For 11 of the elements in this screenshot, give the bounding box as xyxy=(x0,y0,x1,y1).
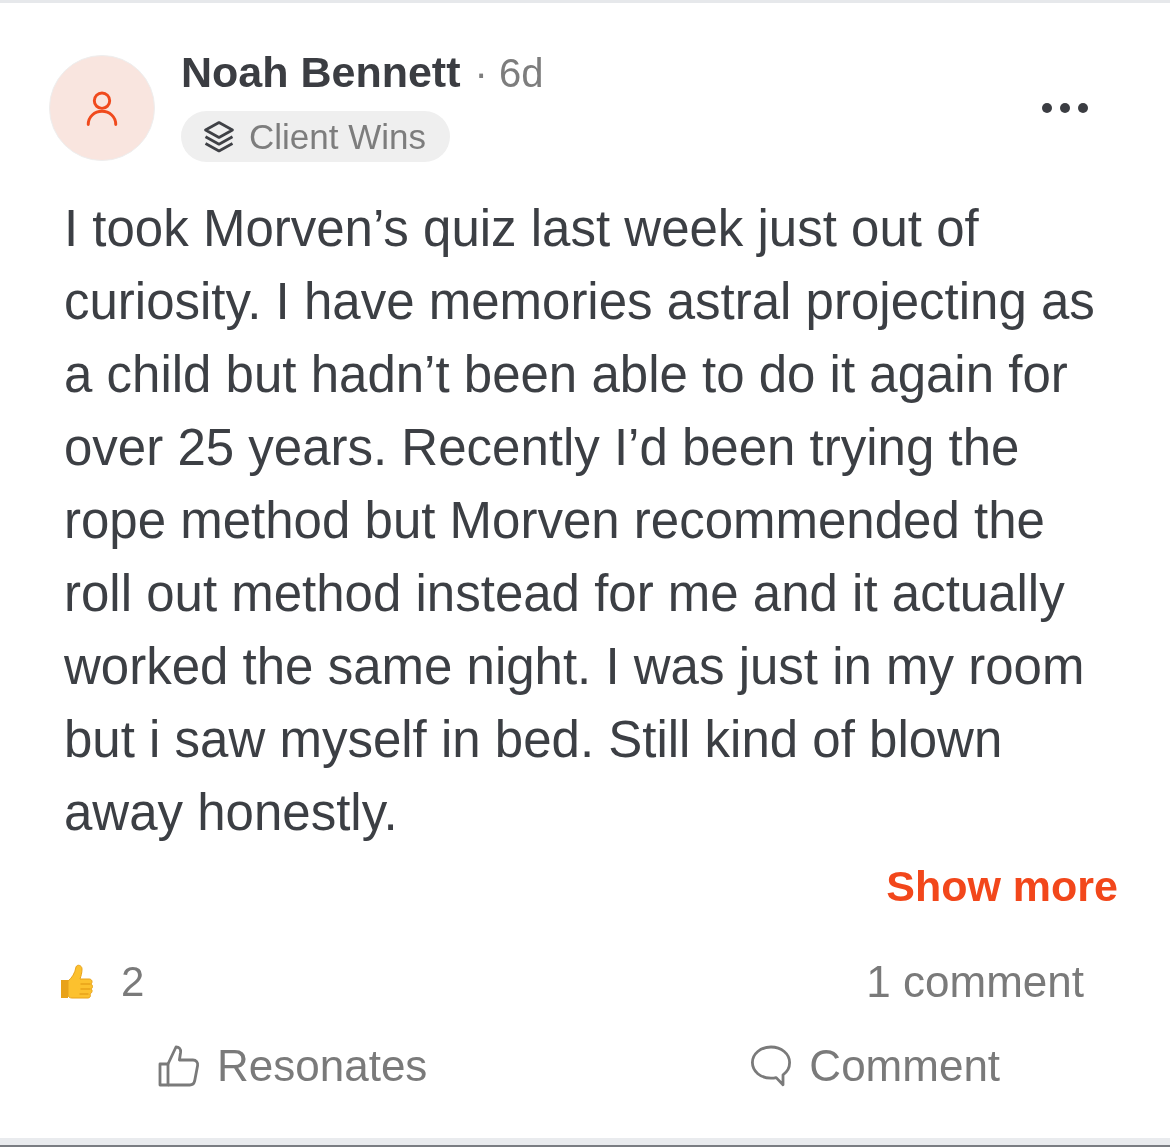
show-more-link[interactable]: Show more xyxy=(886,860,1118,913)
layers-icon xyxy=(201,118,237,155)
post-time: · 6d xyxy=(474,50,544,97)
reaction-count[interactable]: 2 xyxy=(121,961,145,1004)
comment-button[interactable]: Comment xyxy=(747,1043,1001,1090)
post-body: I took Morven’s quiz last week just out of curiosity. I have memories astral projecting as a child but hadn’t been able to do it again for over 25 years. Recently I’d been trying the rope method but Morven recommended the roll out method instead for me and it actually worked the same night. I was just in my room but i saw myself in bed. Still kind of blown away honestly. xyxy=(64,198,1096,843)
group-tag[interactable]: Client Wins xyxy=(181,110,450,162)
resonates-button[interactable]: Resonates xyxy=(155,1042,428,1091)
more-icon xyxy=(1041,102,1089,114)
author-name[interactable]: Noah Bennett xyxy=(181,47,461,99)
comment-count[interactable]: 1 comment xyxy=(866,960,1084,1005)
